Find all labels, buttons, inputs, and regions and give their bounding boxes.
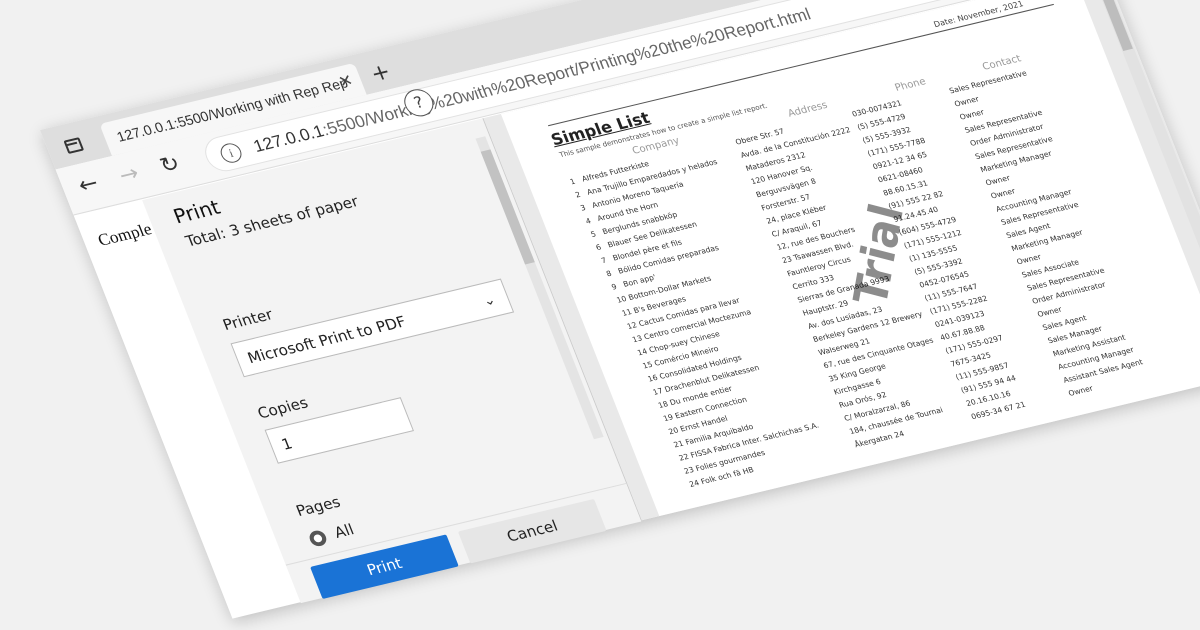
row-number: 12 (625, 320, 639, 332)
row-number: 8 (604, 268, 613, 279)
refresh-icon[interactable]: ↻ (156, 151, 183, 179)
row-number: 14 (636, 346, 649, 358)
row-number: 23 (682, 465, 696, 476)
row-number: 5 (589, 229, 598, 239)
info-icon[interactable]: i (217, 141, 245, 165)
row-number: 16 (646, 372, 660, 384)
header-phone: Phone (893, 76, 928, 94)
pages-all-radio[interactable] (307, 529, 329, 548)
row-number: 7 (599, 255, 608, 266)
row-number: 20 (667, 425, 680, 437)
url-host: 127.0.0.1 (250, 121, 327, 156)
row-number: 17 (651, 386, 665, 397)
row-number: 2 (573, 189, 582, 200)
row-number: 11 (620, 307, 634, 318)
row-number: 19 (661, 412, 675, 424)
forward-icon[interactable]: → (116, 161, 143, 189)
new-tab-button[interactable]: + (367, 59, 394, 87)
row-number: 6 (594, 242, 603, 253)
row-number: 3 (579, 203, 588, 213)
row-number: 15 (641, 359, 654, 371)
tab-actions-icon[interactable] (63, 137, 85, 154)
row-number: 18 (656, 399, 670, 410)
row-number: 22 (677, 451, 691, 463)
chevron-down-icon: ⌄ (480, 291, 499, 310)
print-title: Print (169, 195, 224, 229)
pages-label: Pages (293, 492, 344, 521)
row-number: 9 (610, 282, 619, 292)
back-icon[interactable]: ← (75, 171, 102, 199)
printer-select[interactable]: Microsoft Print to PDF ⌄ (230, 278, 515, 378)
row-number: 24 (687, 478, 701, 489)
row-number: 4 (584, 216, 593, 226)
browser-window: 127.0.0.1:5500/Working with Rep Rep ✕ + … (40, 0, 1200, 619)
pages-all-label: All (331, 520, 357, 542)
printer-label: Printer (220, 305, 276, 335)
row-number: 13 (630, 333, 644, 345)
row-number: 1 (568, 176, 577, 187)
row-number: 21 (672, 438, 685, 450)
row-number: 10 (615, 294, 628, 305)
page-partial-text: Comple (95, 219, 155, 250)
copies-label: Copies (254, 393, 311, 423)
